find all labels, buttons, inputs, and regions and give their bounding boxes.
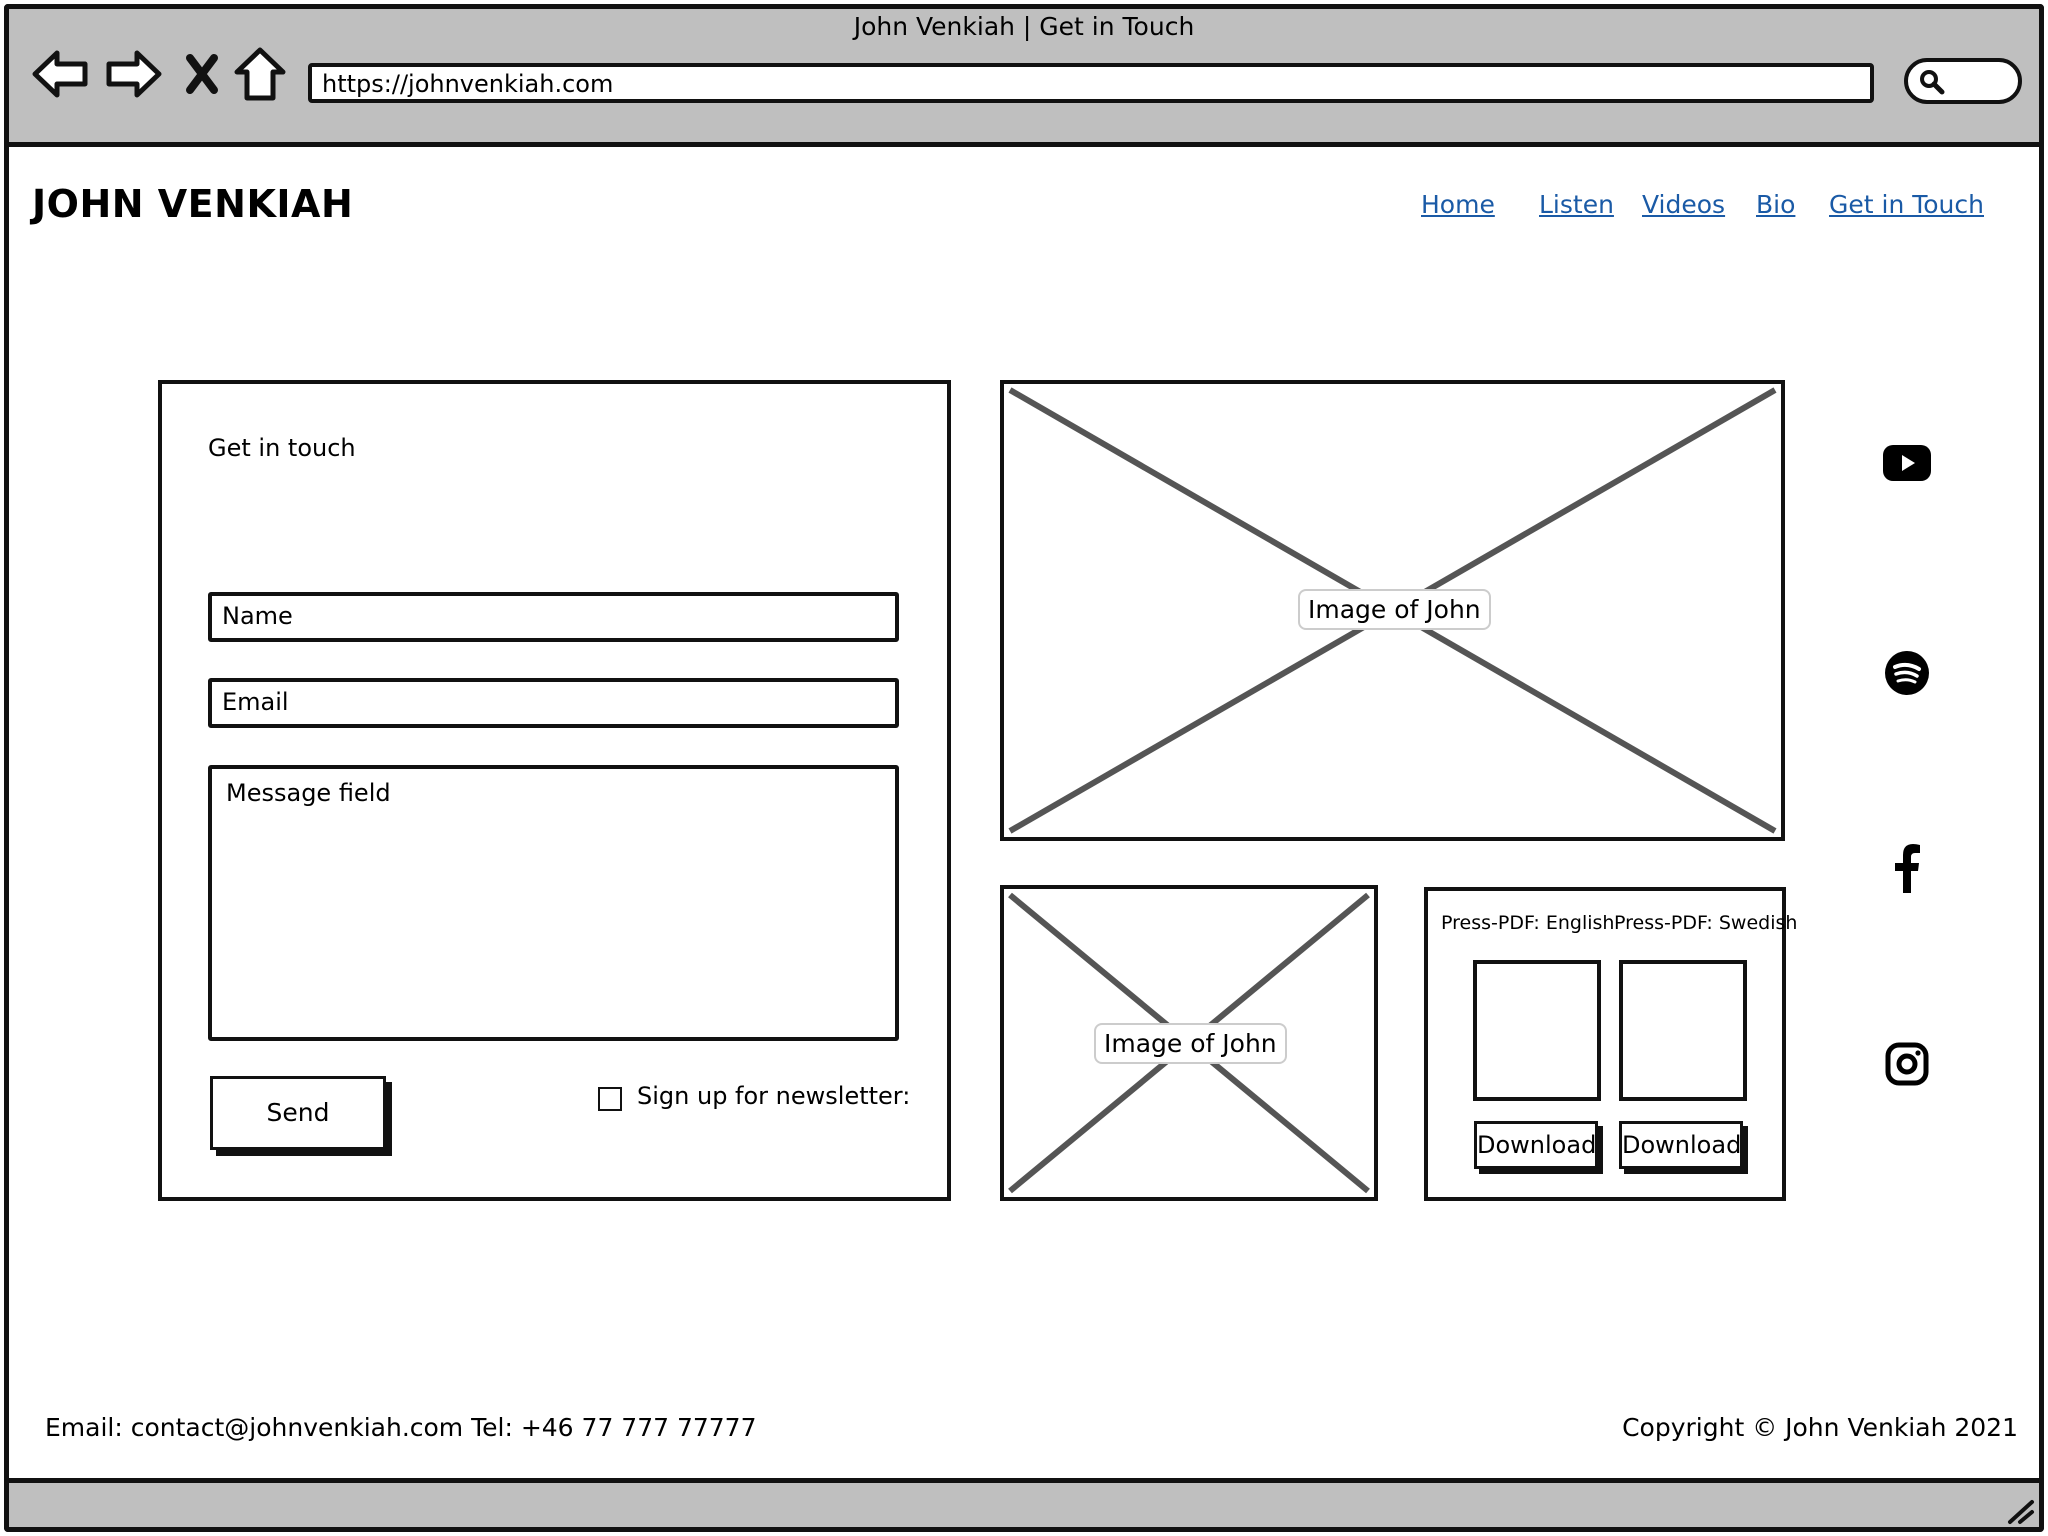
name-field[interactable]: Name bbox=[208, 592, 899, 642]
browser-status-bar bbox=[4, 1478, 2044, 1532]
press-pdf-english-label: Press-PDF: English bbox=[1441, 912, 1615, 934]
footer-copyright: Copyright © John Venkiah 2021 bbox=[1622, 1413, 2018, 1442]
large-image-label: Image of John bbox=[1298, 589, 1491, 630]
send-button[interactable]: Send bbox=[210, 1076, 386, 1150]
nav-get-in-touch[interactable]: Get in Touch bbox=[1829, 190, 1984, 219]
footer-contact: Email: contact@johnvenkiah.com Tel: +46 … bbox=[45, 1413, 757, 1442]
nav-bio[interactable]: Bio bbox=[1756, 190, 1795, 219]
facebook-icon[interactable] bbox=[1879, 840, 1935, 896]
spotify-icon[interactable] bbox=[1879, 645, 1935, 701]
resize-grip-icon[interactable] bbox=[2004, 1494, 2036, 1526]
address-bar[interactable]: https://johnvenkiah.com bbox=[308, 63, 1874, 103]
stop-x-icon[interactable] bbox=[170, 46, 234, 102]
back-arrow-icon[interactable] bbox=[28, 46, 92, 102]
pdf-thumbnail-swedish bbox=[1619, 960, 1747, 1101]
newsletter-label: Sign up for newsletter: bbox=[637, 1082, 911, 1110]
youtube-icon[interactable] bbox=[1879, 435, 1935, 491]
download-english-button[interactable]: Download bbox=[1474, 1121, 1598, 1169]
form-heading: Get in touch bbox=[208, 434, 356, 462]
window-title: John Venkiah | Get in Touch bbox=[853, 12, 1195, 41]
search-icon bbox=[1920, 70, 1945, 95]
message-field[interactable]: Message field bbox=[208, 765, 899, 1041]
nav-listen[interactable]: Listen bbox=[1539, 190, 1614, 219]
download-swedish-button[interactable]: Download bbox=[1619, 1121, 1743, 1169]
browser-search-field[interactable] bbox=[1904, 58, 2022, 104]
instagram-icon[interactable] bbox=[1879, 1036, 1935, 1092]
small-image-label: Image of John bbox=[1094, 1023, 1287, 1064]
email-field[interactable]: Email bbox=[208, 678, 899, 728]
site-logo[interactable]: JOHN VENKIAH bbox=[32, 182, 353, 226]
pdf-thumbnail-english bbox=[1473, 960, 1601, 1101]
nav-home[interactable]: Home bbox=[1421, 190, 1495, 219]
press-pdf-swedish-label: Press-PDF: Swedish bbox=[1614, 912, 1798, 934]
newsletter-checkbox[interactable] bbox=[598, 1087, 622, 1111]
nav-videos[interactable]: Videos bbox=[1642, 190, 1725, 219]
forward-arrow-icon[interactable] bbox=[102, 46, 166, 102]
home-icon[interactable] bbox=[228, 46, 292, 102]
